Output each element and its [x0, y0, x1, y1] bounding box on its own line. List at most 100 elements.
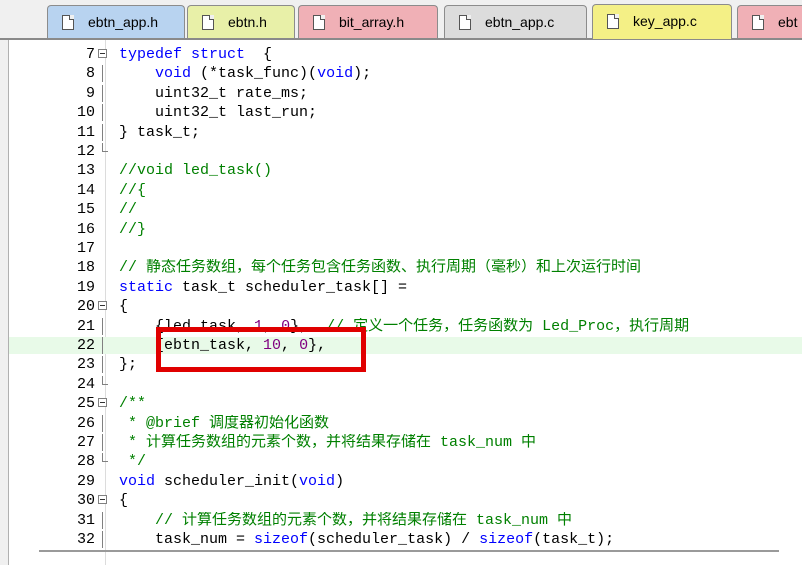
horizontal-scrollbar[interactable]: [39, 550, 779, 552]
code-text: //{: [119, 182, 802, 199]
code-token: (*task_func)(: [191, 65, 318, 83]
code-text: uint32_t rate_ms;: [119, 85, 802, 102]
line-number: 10: [76, 104, 95, 122]
code-line[interactable]: 9 uint32_t rate_ms;: [9, 84, 802, 102]
code-line[interactable]: 13 //void led_task(): [9, 162, 802, 179]
code-text: {: [119, 298, 802, 315]
code-text: void scheduler_init(void): [119, 473, 802, 490]
line-number: 20: [76, 298, 95, 316]
code-line[interactable]: 8 void (*task_func)(void);: [9, 65, 802, 83]
code-token: void: [317, 65, 354, 83]
tab-ebtn-app-h[interactable]: ebtn_app.h: [47, 5, 185, 38]
tab-bit-array-h[interactable]: bit_array.h: [298, 5, 438, 38]
code-line[interactable]: 24: [9, 375, 802, 393]
code-token: scheduler_init(: [155, 472, 300, 490]
fold-guide: [98, 375, 109, 393]
tab-ebtn-h[interactable]: ebtn.h: [187, 5, 295, 38]
code-line[interactable]: 23};: [9, 356, 802, 374]
code-line[interactable]: 14 //{: [9, 182, 802, 199]
code-line[interactable]: 28 */: [9, 453, 802, 470]
code-line[interactable]: 19 static task_t scheduler_task[] =: [9, 279, 802, 296]
code-text: //: [119, 201, 802, 218]
code-text: static task_t scheduler_task[] =: [119, 279, 802, 296]
tab-label: ebtn.h: [228, 14, 267, 30]
code-token: typedef struct: [119, 46, 246, 63]
code-token: );: [353, 65, 372, 83]
tab-label: key_app.c: [633, 13, 697, 29]
fold-guide: [98, 123, 109, 141]
code-token: // 静态任务数组，每个任务包含任务函数、执行周期（毫秒）和上次运行时间: [119, 259, 642, 277]
code-token: uint32_t last_run;: [119, 104, 318, 122]
line-number: 23: [76, 356, 95, 374]
fold-guide: [98, 453, 109, 470]
line-number: 26: [76, 414, 95, 432]
code-line[interactable]: 17: [9, 240, 802, 257]
tab-key-app-c[interactable]: key_app.c: [592, 4, 732, 39]
fold-toggle-icon[interactable]: [98, 395, 109, 412]
fold-guide: [98, 414, 109, 432]
code-token: {: [119, 492, 129, 510]
code-line[interactable]: 20 {: [9, 298, 802, 315]
code-line[interactable]: 22 {ebtn_task, 10, 0},: [9, 337, 802, 354]
tab-label: ebtn_app.h: [88, 14, 159, 30]
tab-label: ebtn_app.c: [485, 14, 555, 30]
code-line[interactable]: 27 * 计算任务数组的元素个数，并将结果存储在 task_num 中: [9, 434, 802, 451]
code-text: void (*task_func)(void);: [119, 65, 802, 82]
fold-toggle-icon[interactable]: [98, 492, 109, 509]
line-number: 11: [76, 123, 95, 141]
code-token: {: [245, 46, 273, 63]
code-line[interactable]: 7 typedef struct {: [9, 46, 802, 63]
line-number: 19: [76, 278, 95, 296]
fold-guide: [98, 531, 109, 548]
code-token: };: [119, 356, 138, 374]
fold-guide: [98, 240, 109, 257]
code-line[interactable]: 12: [9, 143, 802, 160]
code-token: //}: [119, 220, 147, 238]
tab-label: bit_array.h: [339, 14, 405, 30]
code-token: } task_t;: [119, 123, 201, 141]
fold-guide: [98, 473, 109, 490]
fold-guide: [98, 182, 109, 199]
code-editor[interactable]: 7 typedef struct { 8 void (*task_func)(voi…: [8, 40, 802, 565]
fold-toggle-icon[interactable]: [98, 46, 109, 63]
code-token: (scheduler_task) /: [308, 531, 480, 548]
code-line[interactable]: 25 /**: [9, 395, 802, 412]
fold-guide: [98, 201, 109, 218]
line-number: 25: [76, 395, 95, 413]
code-line[interactable]: 31 // 计算任务数组的元素个数，并将结果存储在 task_num 中: [9, 511, 802, 529]
code-text: * 计算任务数组的元素个数，并将结果存储在 task_num 中: [119, 434, 802, 451]
code-token: * 计算任务数组的元素个数，并将结果存储在 task_num 中: [119, 434, 537, 451]
fold-guide: [98, 317, 109, 335]
fold-guide: [98, 143, 109, 160]
code-line[interactable]: 16 //}: [9, 221, 802, 238]
code-line[interactable]: 29 void scheduler_init(void): [9, 473, 802, 490]
code-line[interactable]: 10 uint32_t last_run;: [9, 104, 802, 122]
code-line[interactable]: 11 } task_t;: [9, 123, 802, 141]
code-line[interactable]: 15 //: [9, 201, 802, 218]
code-line[interactable]: 32 task_num = sizeof(scheduler_task) / s…: [9, 531, 802, 548]
code-line[interactable]: 18 // 静态任务数组，每个任务包含任务函数、执行周期（毫秒）和上次运行时间: [9, 259, 802, 276]
line-number: 30: [76, 492, 95, 510]
code-token: void: [155, 65, 192, 83]
tab-ebtn-app-c[interactable]: ebtn_app.c: [444, 5, 587, 38]
code-token: {: [119, 298, 129, 316]
code-token: //: [119, 201, 138, 219]
file-icon: [459, 15, 471, 30]
code-text: task_num = sizeof(scheduler_task) / size…: [119, 531, 802, 548]
fold-toggle-icon[interactable]: [98, 298, 109, 315]
file-icon: [62, 15, 74, 30]
code-text: } task_t;: [119, 124, 802, 141]
code-token: void: [299, 472, 336, 490]
code-line[interactable]: 30 {: [9, 492, 802, 509]
tab-ebt[interactable]: ebt: [737, 5, 802, 38]
code-line[interactable]: 21 {led_task, 1, 0}, // 定义一个任务，任务函数为 Led…: [9, 317, 802, 335]
file-icon: [313, 15, 325, 30]
file-icon: [752, 15, 764, 30]
line-number: 24: [76, 375, 95, 393]
code-token: /**: [119, 395, 147, 413]
code-line[interactable]: 26 * @brief 调度器初始化函数: [9, 414, 802, 432]
code-token: //{: [119, 181, 147, 199]
line-number: 16: [76, 220, 95, 238]
code-text: // 计算任务数组的元素个数，并将结果存储在 task_num 中: [119, 512, 802, 529]
